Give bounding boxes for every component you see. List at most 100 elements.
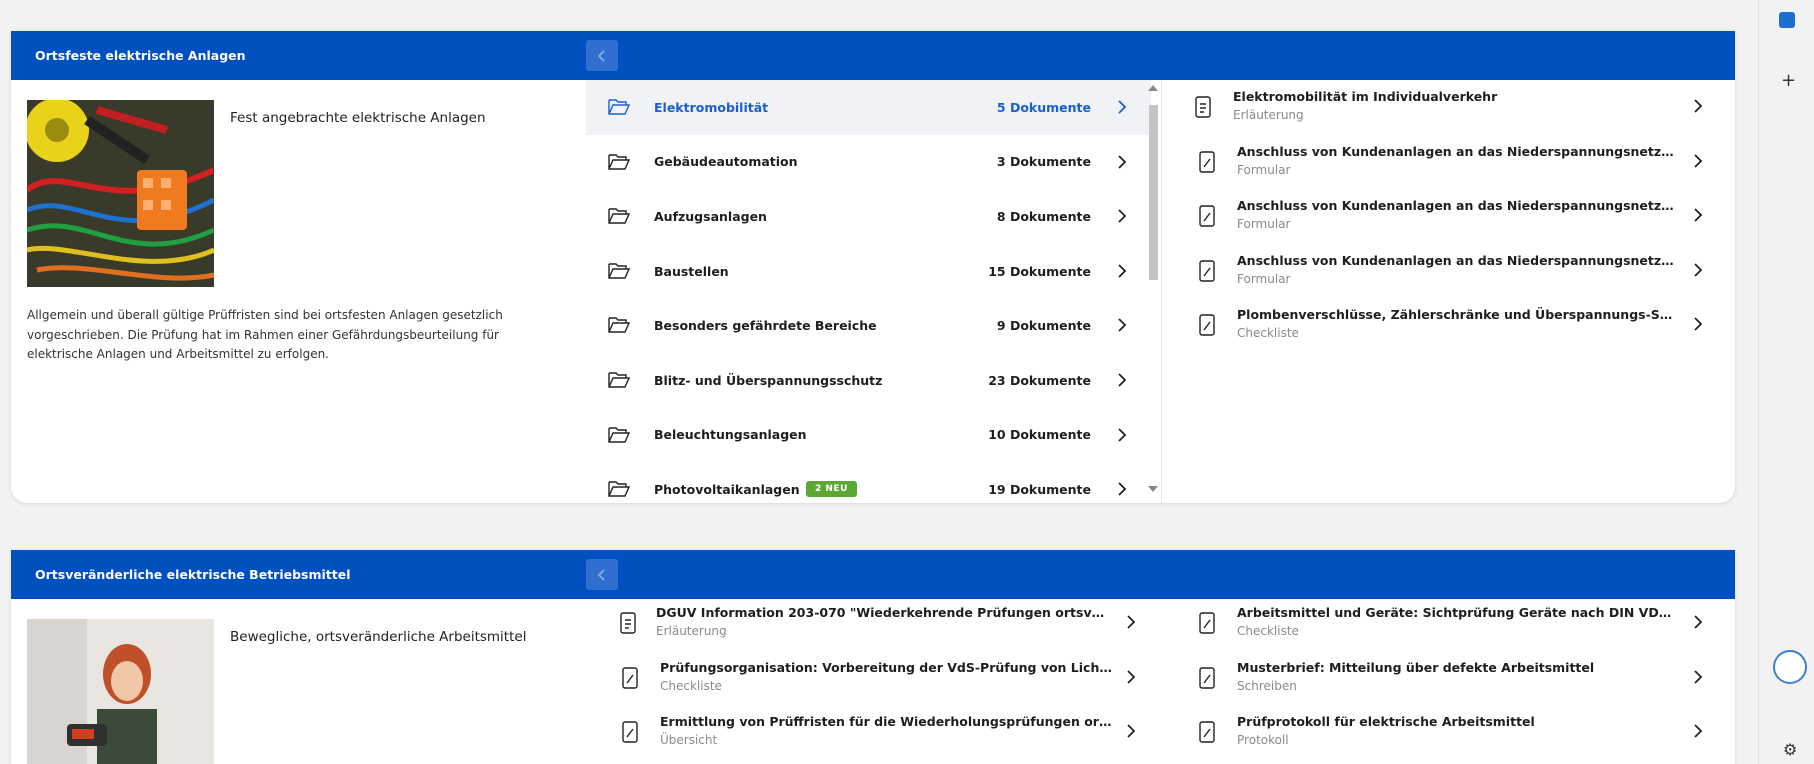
- section-header: Ortsfeste elektrische Anlagen: [11, 31, 1735, 80]
- category-scrollbar[interactable]: [1145, 80, 1161, 500]
- category-count: 8 Dokumente: [996, 208, 1091, 224]
- column-divider: [1161, 80, 1162, 503]
- folder-open-icon: [608, 153, 630, 170]
- chevron-right-icon: [1127, 615, 1136, 629]
- chevron-right-icon: [1118, 264, 1127, 278]
- document-item[interactable]: Anschluss von Kundenanlagen an das Niede…: [1171, 244, 1735, 299]
- checklist-icon: [1199, 314, 1215, 337]
- category-item[interactable]: Gebäudeautomation 3 Dokumente: [586, 135, 1151, 190]
- document-type: Checkliste: [1237, 624, 1299, 638]
- document-type: Erläuterung: [656, 624, 727, 638]
- document-list-right: Arbeitsmittel und Geräte: Sichtprüfung G…: [1171, 599, 1735, 764]
- chevron-right-icon: [1694, 263, 1703, 277]
- document-title: DGUV Information 203-070 "Wiederkehrende…: [656, 605, 1111, 620]
- document-type: Checkliste: [660, 678, 722, 693]
- document-type: Übersicht: [660, 733, 718, 748]
- checklist-icon: [622, 666, 638, 689]
- section-intro: Fest angebrachte elektrische Anlagen All…: [11, 80, 586, 503]
- document-title: Anschluss von Kundenanlagen an das Niede…: [1237, 143, 1677, 159]
- overview-icon: [622, 721, 638, 743]
- chevron-right-icon: [1694, 208, 1703, 222]
- folder-open-icon: [608, 99, 630, 115]
- folder-open-icon: [608, 208, 630, 224]
- category-item[interactable]: Besonders gefährdete Bereiche 9 Dokument…: [586, 298, 1151, 353]
- chevron-right-icon: [1694, 153, 1703, 168]
- chevron-right-icon: [1118, 427, 1127, 442]
- document-item[interactable]: Arbeitsmittel und Geräte: Sichtprüfung G…: [1171, 599, 1735, 654]
- worker-image: [27, 619, 214, 764]
- category-label: Baustellen: [654, 263, 729, 279]
- folder-open-icon: [608, 317, 630, 334]
- document-title: Prüfprotokoll für elektrische Arbeitsmit…: [1237, 714, 1535, 730]
- browser-sidebar: + ⚙: [1758, 0, 1814, 764]
- document-type: Formular: [1237, 271, 1291, 286]
- category-count: 9 Dokumente: [996, 318, 1091, 334]
- document-item[interactable]: DGUV Information 203-070 "Wiederkehrende…: [586, 599, 1151, 654]
- scroll-down-arrow-icon[interactable]: [1148, 486, 1158, 492]
- document-title: Anschluss von Kundenanlagen an das Niede…: [1237, 252, 1677, 268]
- category-label: Aufzugsanlagen: [654, 208, 767, 224]
- scrollbar-thumb[interactable]: [1149, 105, 1158, 280]
- folder-open-icon: [608, 481, 630, 497]
- chevron-right-icon: [1118, 209, 1127, 223]
- section-header: Ortsveränderliche elektrische Betriebsmi…: [11, 550, 1735, 599]
- document-item[interactable]: Plombenverschlüsse, Zählerschränke und Ü…: [1171, 298, 1735, 353]
- document-list-left: DGUV Information 203-070 "Wiederkehrende…: [586, 599, 1151, 764]
- category-label: Beleuchtungsanlagen: [654, 427, 807, 443]
- scroll-up-arrow-icon[interactable]: [1148, 85, 1158, 91]
- chevron-right-icon: [1127, 724, 1136, 738]
- category-list: Elektromobilität 5 Dokumente Gebäudeauto…: [586, 80, 1151, 503]
- chat-assistant-icon[interactable]: [1773, 650, 1807, 684]
- chevron-right-icon: [1118, 373, 1127, 387]
- chevron-right-icon: [1694, 99, 1703, 113]
- document-title: Arbeitsmittel und Geräte: Sichtprüfung G…: [1237, 605, 1677, 620]
- document-item[interactable]: Prüfungsorganisation: Vorbereitung der V…: [586, 654, 1151, 709]
- category-count: 3 Dokumente: [996, 154, 1091, 170]
- document-type: Protokoll: [1237, 733, 1289, 748]
- settings-gear-icon[interactable]: ⚙: [1783, 740, 1797, 759]
- chevron-left-icon: [597, 49, 605, 62]
- document-text-icon: [1195, 96, 1211, 118]
- protocol-icon: [1199, 721, 1215, 743]
- checklist-icon: [1199, 612, 1215, 634]
- chevron-right-icon: [1118, 100, 1127, 114]
- back-button[interactable]: [586, 559, 618, 590]
- category-label: Blitz- und Überspannungsschutz: [654, 372, 883, 388]
- document-list: Elektromobilität im Individualverkehr Er…: [1171, 80, 1735, 503]
- folder-open-icon: [608, 426, 630, 443]
- chevron-right-icon: [1118, 318, 1127, 333]
- category-count: 10 Dokumente: [988, 427, 1091, 443]
- outlook-icon[interactable]: [1779, 12, 1795, 28]
- category-count: 19 Dokumente: [988, 481, 1091, 497]
- category-item[interactable]: Elektromobilität 5 Dokumente: [586, 80, 1151, 135]
- cables-image: [27, 100, 214, 287]
- chevron-right-icon: [1694, 669, 1703, 684]
- chevron-right-icon: [1694, 317, 1703, 332]
- section-ortsveraenderliche-betriebsmittel: Ortsveränderliche elektrische Betriebsmi…: [11, 550, 1735, 764]
- document-title: Plombenverschlüsse, Zählerschränke und Ü…: [1237, 307, 1677, 323]
- document-item[interactable]: Musterbrief: Mitteilung über defekte Arb…: [1171, 654, 1735, 709]
- back-button[interactable]: [586, 40, 618, 71]
- category-count: 23 Dokumente: [988, 372, 1091, 388]
- form-edit-icon: [1199, 260, 1215, 282]
- section-intro: Bewegliche, ortsveränderliche Arbeitsmit…: [11, 599, 586, 764]
- category-item[interactable]: Blitz- und Überspannungsschutz 23 Dokume…: [586, 353, 1151, 408]
- folder-open-icon: [608, 263, 630, 279]
- category-label: Besonders gefährdete Bereiche: [654, 318, 877, 334]
- document-type: Formular: [1237, 217, 1291, 232]
- chevron-right-icon: [1127, 669, 1136, 684]
- form-edit-icon: [1199, 205, 1215, 227]
- category-item[interactable]: Baustellen 15 Dokumente: [586, 244, 1151, 299]
- category-item[interactable]: Beleuchtungsanlagen 10 Dokumente: [586, 408, 1151, 463]
- document-item[interactable]: Elektromobilität im Individualverkehr Er…: [1171, 80, 1735, 135]
- document-item[interactable]: Anschluss von Kundenanlagen an das Niede…: [1171, 135, 1735, 190]
- plus-icon[interactable]: +: [1781, 70, 1796, 91]
- document-item[interactable]: Ermittlung von Prüffristen für die Wiede…: [586, 708, 1151, 763]
- document-title: Ermittlung von Prüffristen für die Wiede…: [660, 714, 1115, 730]
- category-label: Photovoltaikanlagen: [654, 481, 800, 497]
- document-item[interactable]: Anschluss von Kundenanlagen an das Niede…: [1171, 189, 1735, 244]
- chevron-right-icon: [1118, 482, 1127, 496]
- category-item[interactable]: Aufzugsanlagen 8 Dokumente: [586, 189, 1151, 244]
- category-item[interactable]: Photovoltaikanlagen 2 NEU 19 Dokumente: [586, 462, 1151, 503]
- document-item[interactable]: Prüfprotokoll für elektrische Arbeitsmit…: [1171, 708, 1735, 763]
